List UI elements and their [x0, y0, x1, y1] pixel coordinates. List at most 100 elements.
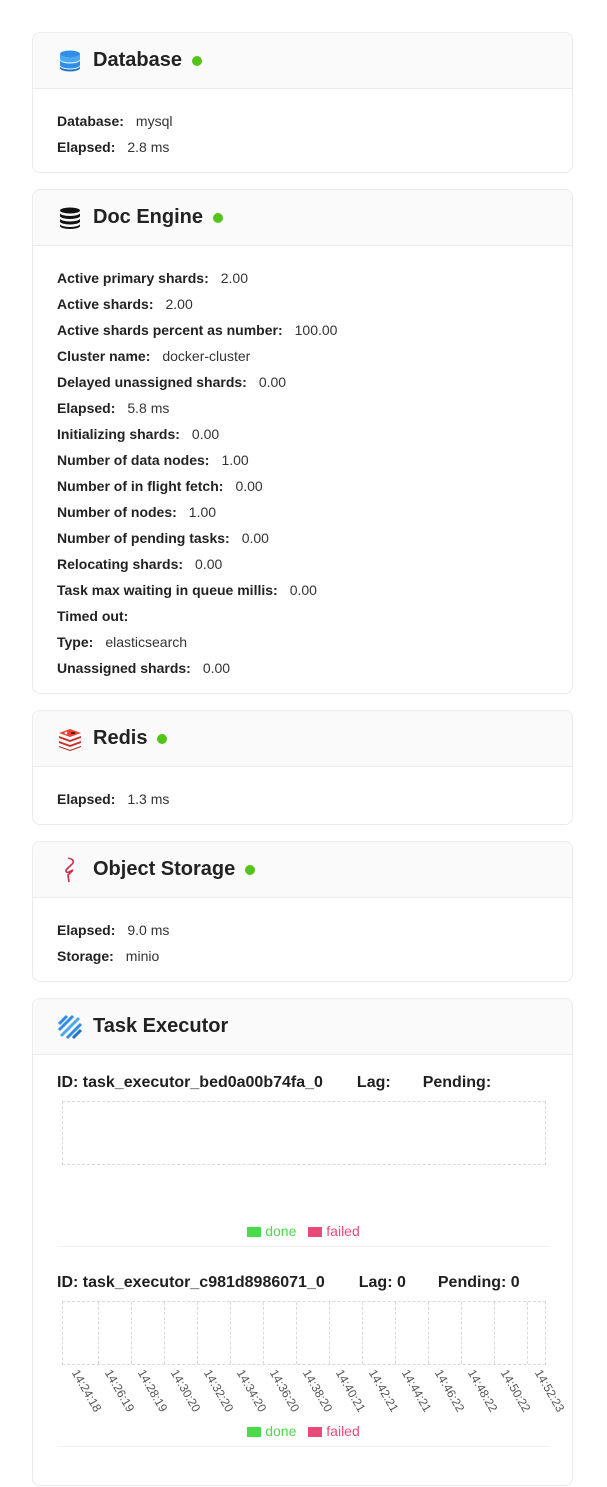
legend-label-failed: failed — [326, 1423, 360, 1439]
detail-row: Type: elasticsearch — [57, 629, 548, 655]
detail-key: Number of pending tasks: — [57, 530, 230, 546]
detail-value: 0.00 — [289, 582, 317, 598]
detail-row: Cluster name: docker-cluster — [57, 343, 548, 369]
x-tick-label: 14:24:18 — [68, 1367, 105, 1415]
detail-value: minio — [125, 948, 160, 964]
legend-item-failed[interactable]: failed — [308, 1223, 360, 1239]
detail-key: Elapsed: — [57, 400, 116, 416]
grid-line — [196, 1302, 198, 1364]
redis-details: Elapsed: 1.3 ms — [33, 767, 572, 812]
detail-value: 1.3 ms — [127, 791, 170, 807]
detail-value: 1.00 — [188, 504, 217, 520]
detail-row: Unassigned shards: 0.00 — [57, 655, 548, 681]
grid-line — [163, 1302, 165, 1364]
detail-row: Active shards: 2.00 — [57, 291, 548, 317]
grid-line — [295, 1302, 297, 1364]
x-tick-label: 14:32:20 — [201, 1367, 237, 1415]
detail-key: Storage: — [57, 948, 114, 964]
task-executor-card-header: Task Executor — [33, 999, 572, 1055]
minio-bird-icon — [57, 856, 83, 883]
executor-divider — [57, 1446, 550, 1447]
x-tick-label: 14:44:21 — [399, 1367, 435, 1415]
x-tick-label: 14:52:23 — [531, 1367, 567, 1415]
legend-swatch-failed — [308, 1227, 323, 1238]
detail-row: Relocating shards: 0.00 — [57, 551, 548, 577]
x-tick-label: 14:28:19 — [134, 1367, 171, 1415]
executor-lag: Lag: 0 — [358, 1274, 406, 1291]
detail-value: 0.00 — [258, 374, 287, 390]
executor-block: ID: task_executor_c981d8986071_0 Lag: 0 … — [57, 1269, 567, 1447]
executor-pending: Pending: — [422, 1074, 492, 1091]
redis-icon — [57, 726, 83, 752]
detail-row: Elapsed: 5.8 ms — [57, 395, 548, 421]
database-details: Database: mysql Elapsed: 2.8 ms — [33, 89, 572, 160]
detail-key: Number of in flight fetch: — [57, 478, 224, 494]
executor-header: ID: task_executor_c981d8986071_0 Lag: 0 … — [57, 1269, 550, 1297]
detail-value: 100.00 — [294, 322, 338, 338]
legend-item-failed[interactable]: failed — [308, 1423, 360, 1439]
detail-value: 2.00 — [165, 296, 193, 312]
legend-item-done[interactable]: done — [247, 1423, 296, 1439]
doc-engine-details: Active primary shards: 2.00 Active shards… — [33, 246, 572, 681]
legend-item-done[interactable]: done — [247, 1223, 296, 1239]
detail-value: 2.00 — [220, 270, 248, 286]
detail-row: Elapsed: 2.8 ms — [57, 134, 548, 160]
database-status-dot — [191, 55, 202, 66]
legend-swatch-done — [247, 1427, 262, 1438]
grid-line — [229, 1302, 231, 1364]
legend-label-failed: failed — [326, 1223, 360, 1239]
detail-row: Number of pending tasks: 0.00 — [57, 525, 548, 551]
executor-chart-plot — [62, 1301, 546, 1365]
x-tick-label: 14:36:20 — [267, 1367, 303, 1415]
detail-key: Timed out: — [57, 608, 129, 624]
detail-key: Active primary shards: — [57, 270, 209, 286]
detail-key: Active shards: — [57, 296, 154, 312]
x-axis-ticks: 14:24:18 14:26:19 14:28:19 14:30:20 14:32:20… — [62, 1367, 567, 1417]
detail-value: 2.8 ms — [127, 139, 170, 155]
x-tick-label: 14:48:22 — [465, 1367, 501, 1415]
detail-row: Storage: minio — [57, 943, 548, 969]
detail-row: Elapsed: 1.3 ms — [57, 786, 548, 812]
detail-key: Number of nodes: — [57, 504, 177, 520]
object-storage-card: Object Storage Elapsed: 9.0 ms Storage: mi… — [32, 841, 573, 982]
object-storage-title: Object Storage — [93, 858, 236, 880]
detail-value: elasticsearch — [105, 634, 188, 650]
redis-title: Redis — [93, 727, 148, 749]
task-executor-title: Task Executor — [93, 1015, 229, 1037]
x-tick-label: 14:40:21 — [333, 1367, 369, 1415]
grid-line — [461, 1302, 463, 1364]
grid-line — [97, 1302, 99, 1364]
x-tick-label: 14:46:22 — [432, 1367, 468, 1415]
x-tick-label: 14:38:20 — [300, 1367, 336, 1415]
grid-line — [527, 1302, 529, 1364]
object-storage-details: Elapsed: 9.0 ms Storage: minio — [33, 898, 572, 969]
detail-key: Active shards percent as number: — [57, 322, 283, 338]
redis-card: Redis Elapsed: 1.3 ms — [32, 710, 573, 825]
executor-divider — [57, 1246, 550, 1247]
doc-engine-status-dot — [213, 212, 224, 223]
object-storage-card-header: Object Storage — [33, 842, 572, 898]
detail-row: Elapsed: 9.0 ms — [57, 917, 548, 943]
detail-key: Cluster name: — [57, 348, 151, 364]
detail-row: Delayed unassigned shards: 0.00 — [57, 369, 548, 395]
doc-engine-card-header: Doc Engine — [33, 190, 572, 246]
executor-pending: Pending: 0 — [437, 1274, 520, 1291]
detail-row: Database: mysql — [57, 108, 548, 134]
detail-row: Number of in flight fetch: 0.00 — [57, 473, 548, 499]
detail-key: Relocating shards: — [57, 556, 184, 572]
detail-row: Timed out: — [57, 603, 548, 629]
detail-value: 1.00 — [221, 452, 249, 468]
database-card: Database Database: mysql Elapsed: 2.8 ms — [32, 32, 573, 173]
legend-label-done: done — [265, 1223, 297, 1239]
x-tick-label: 14:50:22 — [498, 1367, 534, 1415]
grid-line — [361, 1302, 363, 1364]
x-tick-label: 14:42:21 — [366, 1367, 402, 1415]
x-tick-label: 14:34:20 — [234, 1367, 270, 1415]
grid-line — [428, 1302, 430, 1364]
detail-row: Initializing shards: 0.00 — [57, 421, 548, 447]
executor-lag: Lag: — [356, 1074, 391, 1091]
stacked-disks-icon — [57, 205, 83, 231]
doc-engine-card: Doc Engine Active primary shards: 2.00 Ac… — [32, 189, 573, 694]
chart-legend: done failed — [57, 1223, 550, 1239]
detail-value: 0.00 — [202, 660, 231, 676]
